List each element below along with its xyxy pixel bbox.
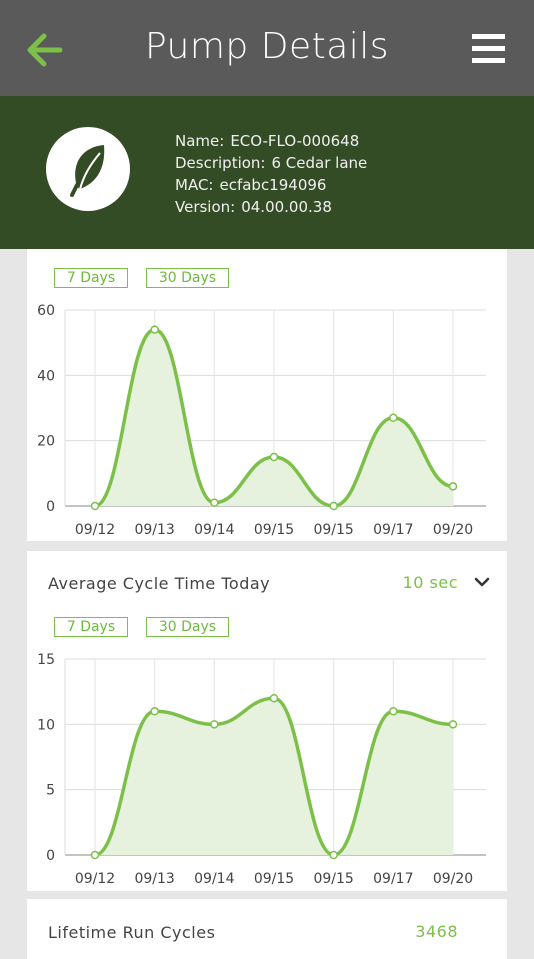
lifetime-cycles-card: Lifetime Run Cycles 3468	[27, 899, 507, 959]
x-tick-label: 09/12	[75, 871, 115, 887]
run-time-card: 7 Days 30 Days 0 20 40 60 09/12 09/13 09/14 09/…	[27, 249, 507, 541]
data-point	[90, 501, 100, 511]
data-point	[150, 325, 159, 334]
data-point	[329, 850, 338, 860]
name-label: Name:	[175, 132, 225, 150]
device-info: Name: ECO-FLO-000648 Description: 6 Cedar …	[175, 130, 367, 218]
x-tick-label: 09/13	[134, 522, 174, 538]
data-point	[150, 707, 159, 716]
device-mac-row: MAC: ecfabc194096	[175, 174, 367, 196]
device-description-row: Description: 6 Cedar lane	[175, 152, 367, 174]
leaf-icon	[70, 145, 105, 197]
description-label: Description:	[175, 154, 266, 172]
lifetime-cycles-value: 3468	[415, 922, 458, 941]
y-tick-label: 20	[37, 434, 55, 450]
device-avatar	[46, 127, 130, 211]
x-tick-label: 09/14	[194, 522, 234, 538]
data-point	[269, 452, 279, 462]
data-point	[90, 850, 100, 860]
x-tick-label: 09/17	[373, 871, 413, 887]
x-tick-label: 09/13	[134, 871, 174, 887]
data-point	[210, 498, 219, 507]
device-mac: ecfabc194096	[219, 176, 327, 194]
series-area	[95, 698, 453, 855]
data-point	[269, 693, 279, 703]
top-bar: Pump Details	[0, 0, 534, 96]
menu-button[interactable]	[466, 30, 514, 70]
page-title: Pump Details	[144, 26, 390, 67]
data-point	[210, 720, 219, 729]
cycle-time-chart: 0 5 10 15 09/12 09/13 09/14 09/15 09/15 09/17 09/2…	[37, 652, 486, 887]
data-point	[448, 720, 458, 729]
x-tick-label: 09/17	[373, 522, 413, 538]
data-point	[389, 707, 398, 716]
x-tick-label: 09/15	[254, 522, 294, 538]
device-version-row: Version: 04.00.00.38	[175, 196, 367, 218]
x-tick-label: 09/15	[313, 871, 353, 887]
run-time-chart: 0 20 40 60 09/12 09/13 09/14 09/15 09/15 09/17 09/…	[37, 303, 486, 538]
device-name: ECO-FLO-000648	[230, 132, 360, 150]
y-tick-label: 10	[37, 717, 55, 733]
y-tick-label: 0	[46, 499, 55, 515]
y-tick-label: 60	[37, 303, 55, 319]
mac-label: MAC:	[175, 176, 214, 194]
lifetime-cycles-label: Lifetime Run Cycles	[48, 923, 216, 942]
y-tick-label: 40	[37, 368, 55, 384]
x-tick-label: 09/15	[254, 871, 294, 887]
data-point	[389, 413, 398, 423]
y-tick-label: 15	[37, 652, 55, 668]
version-label: Version:	[175, 198, 236, 216]
device-version: 04.00.00.38	[241, 198, 332, 216]
data-point	[448, 482, 458, 491]
device-name-row: Name: ECO-FLO-000648	[175, 130, 367, 152]
device-description: 6 Cedar lane	[271, 154, 368, 172]
x-tick-label: 09/20	[433, 871, 473, 887]
x-tick-label: 09/20	[433, 522, 473, 538]
cycle-time-card: Average Cycle Time Today 10 sec 7 Days 3…	[27, 551, 507, 891]
x-tick-label: 09/14	[194, 871, 234, 887]
hamburger-menu-icon	[472, 34, 505, 63]
data-point	[329, 501, 338, 511]
y-tick-label: 5	[46, 783, 55, 799]
x-tick-label: 09/15	[313, 522, 353, 538]
y-tick-label: 0	[46, 848, 55, 864]
x-tick-label: 09/12	[75, 522, 115, 538]
